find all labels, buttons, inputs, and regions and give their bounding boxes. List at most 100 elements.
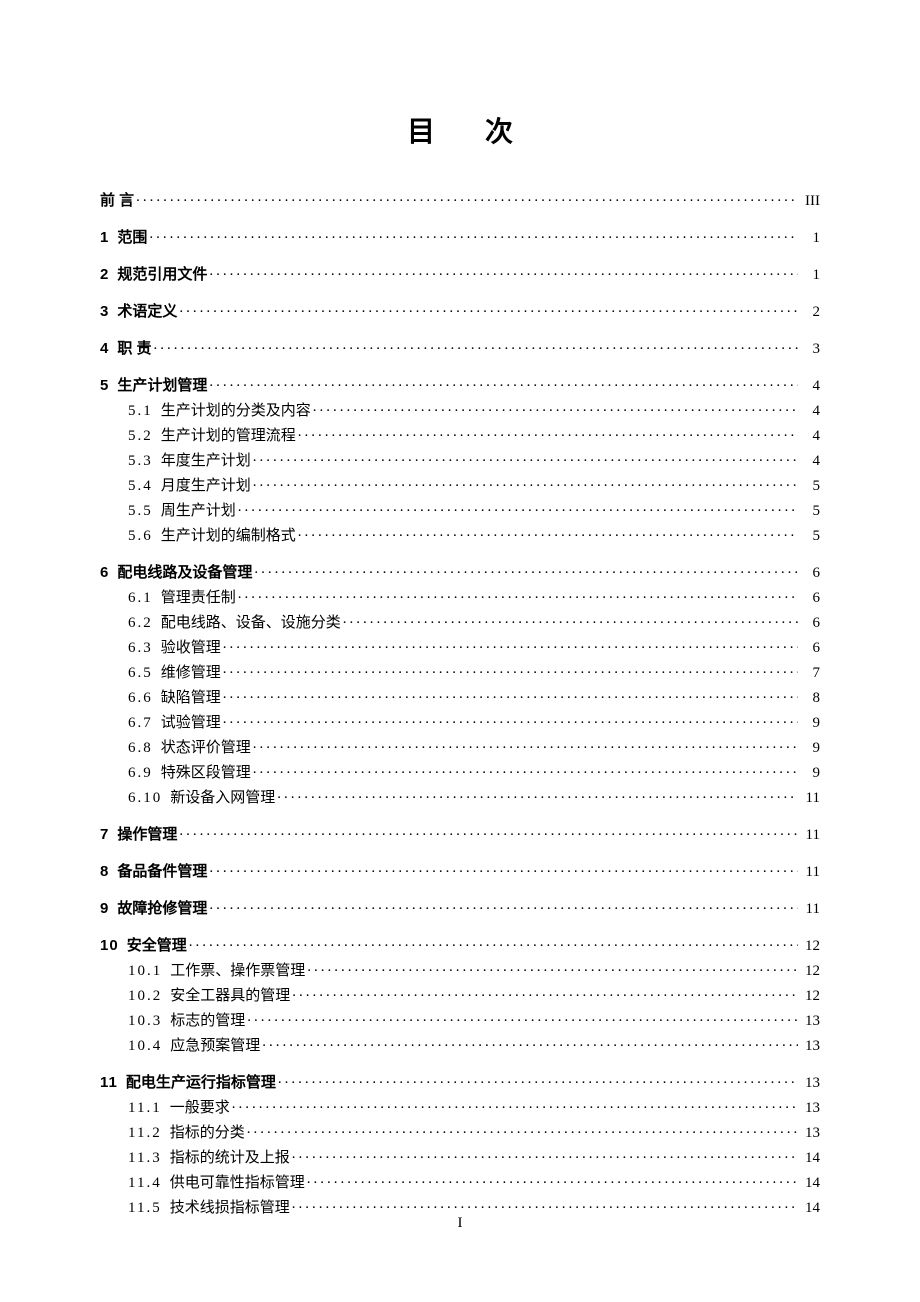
toc-entry-number: 10.2 <box>128 989 162 1004</box>
toc-entry-number: 6.10 <box>128 791 162 806</box>
toc-entry-number: 6.6 <box>128 691 153 706</box>
toc-entry-label: 工作票、操作票管理 <box>170 964 305 979</box>
toc-entry-label: 安全管理 <box>127 938 187 953</box>
toc-entry-number: 5.2 <box>128 429 153 444</box>
toc-entry-page: 4 <box>800 454 820 469</box>
toc-leader-dots <box>277 787 798 802</box>
toc-entry-page: 11 <box>800 791 820 806</box>
toc-leader-dots <box>298 525 798 540</box>
toc-entry-number: 7 <box>100 827 109 842</box>
toc-entry-page: 14 <box>800 1151 820 1166</box>
toc-entry-number: 6.1 <box>128 591 153 606</box>
toc-entry: 8备品备件管理11 <box>100 861 820 880</box>
toc-entry: 11.3指标的统计及上报14 <box>100 1147 820 1166</box>
toc-entry-number: 10.3 <box>128 1014 162 1029</box>
toc-entry-page: 5 <box>800 504 820 519</box>
toc-entry-page: 11 <box>800 828 820 843</box>
toc-entry: 10.2安全工器具的管理12 <box>100 985 820 1004</box>
toc-entry: 4职 责3 <box>100 338 820 357</box>
toc-entry: 6.10 新设备入网管理 11 <box>100 787 820 806</box>
toc-entry-number: 11.3 <box>128 1151 162 1166</box>
toc-leader-dots <box>292 1197 798 1212</box>
toc-entry-label: 生产计划的编制格式 <box>161 529 296 544</box>
toc-leader-dots <box>154 338 798 353</box>
toc-entry: 前 言III <box>100 190 820 209</box>
toc-entry: 3术语定义2 <box>100 301 820 320</box>
toc-entry-label: 验收管理 <box>161 641 221 656</box>
toc-entry: 1范围1 <box>100 227 820 246</box>
toc-entry-page: 6 <box>800 641 820 656</box>
toc-entry: 5.6生产计划的编制格式5 <box>100 525 820 544</box>
toc-entry: 10.1工作票、操作票管理12 <box>100 960 820 979</box>
toc-entry-number: 6.7 <box>128 716 153 731</box>
toc-entry-label: 备品备件管理 <box>117 864 207 879</box>
toc-entry-number: 5 <box>100 378 109 393</box>
toc-entry-number: 6.5 <box>128 666 153 681</box>
toc-entry: 6.7试验管理9 <box>100 712 820 731</box>
toc-entry-label: 生产计划的分类及内容 <box>161 404 311 419</box>
toc-entry-number: 6.9 <box>128 766 153 781</box>
toc-entry-page: 7 <box>800 666 820 681</box>
toc-entry: 5.4 月度生产计划 5 <box>100 475 820 494</box>
toc-entry-number: 6.2 <box>128 616 153 631</box>
toc-entry-label: 供电可靠性指标管理 <box>170 1176 305 1191</box>
toc-entry-number: 11.2 <box>128 1126 162 1141</box>
toc-leader-dots <box>253 475 798 490</box>
toc-entry-label: 配电线路及设备管理 <box>117 565 252 580</box>
toc-entry: 6.6缺陷管理8 <box>100 687 820 706</box>
toc-entry-page: 1 <box>800 231 820 246</box>
toc-entry-label: 新设备入网管理 <box>170 791 275 806</box>
toc-entry-number: 5.1 <box>128 404 153 419</box>
toc-leader-dots <box>238 500 798 515</box>
toc-entry: 10.3标志的管理13 <box>100 1010 820 1029</box>
document-page: 目次 前 言III1范围12规范引用文件13术语定义24职 责35生产计划管理4… <box>0 0 920 1276</box>
toc-entry-page: 9 <box>800 716 820 731</box>
toc-entry-page: 13 <box>800 1126 820 1141</box>
toc-entry: 6.1管理责任制6 <box>100 587 820 606</box>
toc-leader-dots <box>254 562 798 577</box>
toc-entry: 5.3年度生产计划4 <box>100 450 820 469</box>
toc-leader-dots <box>209 264 798 279</box>
toc-entry: 5.5周生产计划5 <box>100 500 820 519</box>
toc-entry-number: 5.4 <box>128 479 153 494</box>
toc-entry: 10 安全管理 12 <box>100 935 820 954</box>
toc-leader-dots <box>307 960 798 975</box>
toc-entry-number: 8 <box>100 864 109 879</box>
toc-entry-label: 管理责任制 <box>161 591 236 606</box>
toc-entry-label: 一般要求 <box>170 1101 230 1116</box>
toc-entry-number: 10 <box>100 938 119 953</box>
toc-entry: 6配电线路及设备管理6 <box>100 562 820 581</box>
toc-entry: 7操作管理11 <box>100 824 820 843</box>
toc-list: 前 言III1范围12规范引用文件13术语定义24职 责35生产计划管理45.1… <box>100 190 820 1216</box>
toc-entry-page: 6 <box>800 566 820 581</box>
toc-entry-number: 11 <box>100 1075 118 1090</box>
toc-entry-label: 配电线路、设备、设施分类 <box>161 616 341 631</box>
toc-entry-page: 5 <box>800 479 820 494</box>
toc-entry-number: 11.1 <box>128 1101 162 1116</box>
toc-entry-number: 10.1 <box>128 964 162 979</box>
toc-entry-label: 指标的分类 <box>170 1126 245 1141</box>
toc-entry-number: 11.4 <box>128 1176 162 1191</box>
toc-entry: 9故障抢修管理11 <box>100 898 820 917</box>
toc-entry-label: 安全工器具的管理 <box>170 989 290 1004</box>
toc-entry: 11.1一般要求13 <box>100 1097 820 1116</box>
toc-entry: 5.1生产计划的分类及内容4 <box>100 400 820 419</box>
toc-entry-label: 月度生产计划 <box>161 479 251 494</box>
toc-leader-dots <box>189 935 798 950</box>
toc-entry: 6.2 配电线路、设备、设施分类 6 <box>100 612 820 631</box>
toc-leader-dots <box>232 1097 798 1112</box>
toc-entry-page: 13 <box>800 1014 820 1029</box>
toc-entry-page: 13 <box>800 1076 820 1091</box>
toc-entry-number: 4 <box>100 341 109 356</box>
toc-entry: 10.4应急预案管理13 <box>100 1035 820 1054</box>
toc-leader-dots <box>247 1122 798 1137</box>
toc-leader-dots <box>307 1172 798 1187</box>
toc-leader-dots <box>223 712 798 727</box>
toc-entry-page: III <box>800 194 820 209</box>
toc-entry-number: 9 <box>100 901 109 916</box>
toc-entry-page: 12 <box>800 939 820 954</box>
toc-entry-page: 6 <box>800 616 820 631</box>
toc-entry-label: 维修管理 <box>161 666 221 681</box>
toc-entry-number: 5.3 <box>128 454 153 469</box>
toc-title: 目次 <box>100 110 820 150</box>
